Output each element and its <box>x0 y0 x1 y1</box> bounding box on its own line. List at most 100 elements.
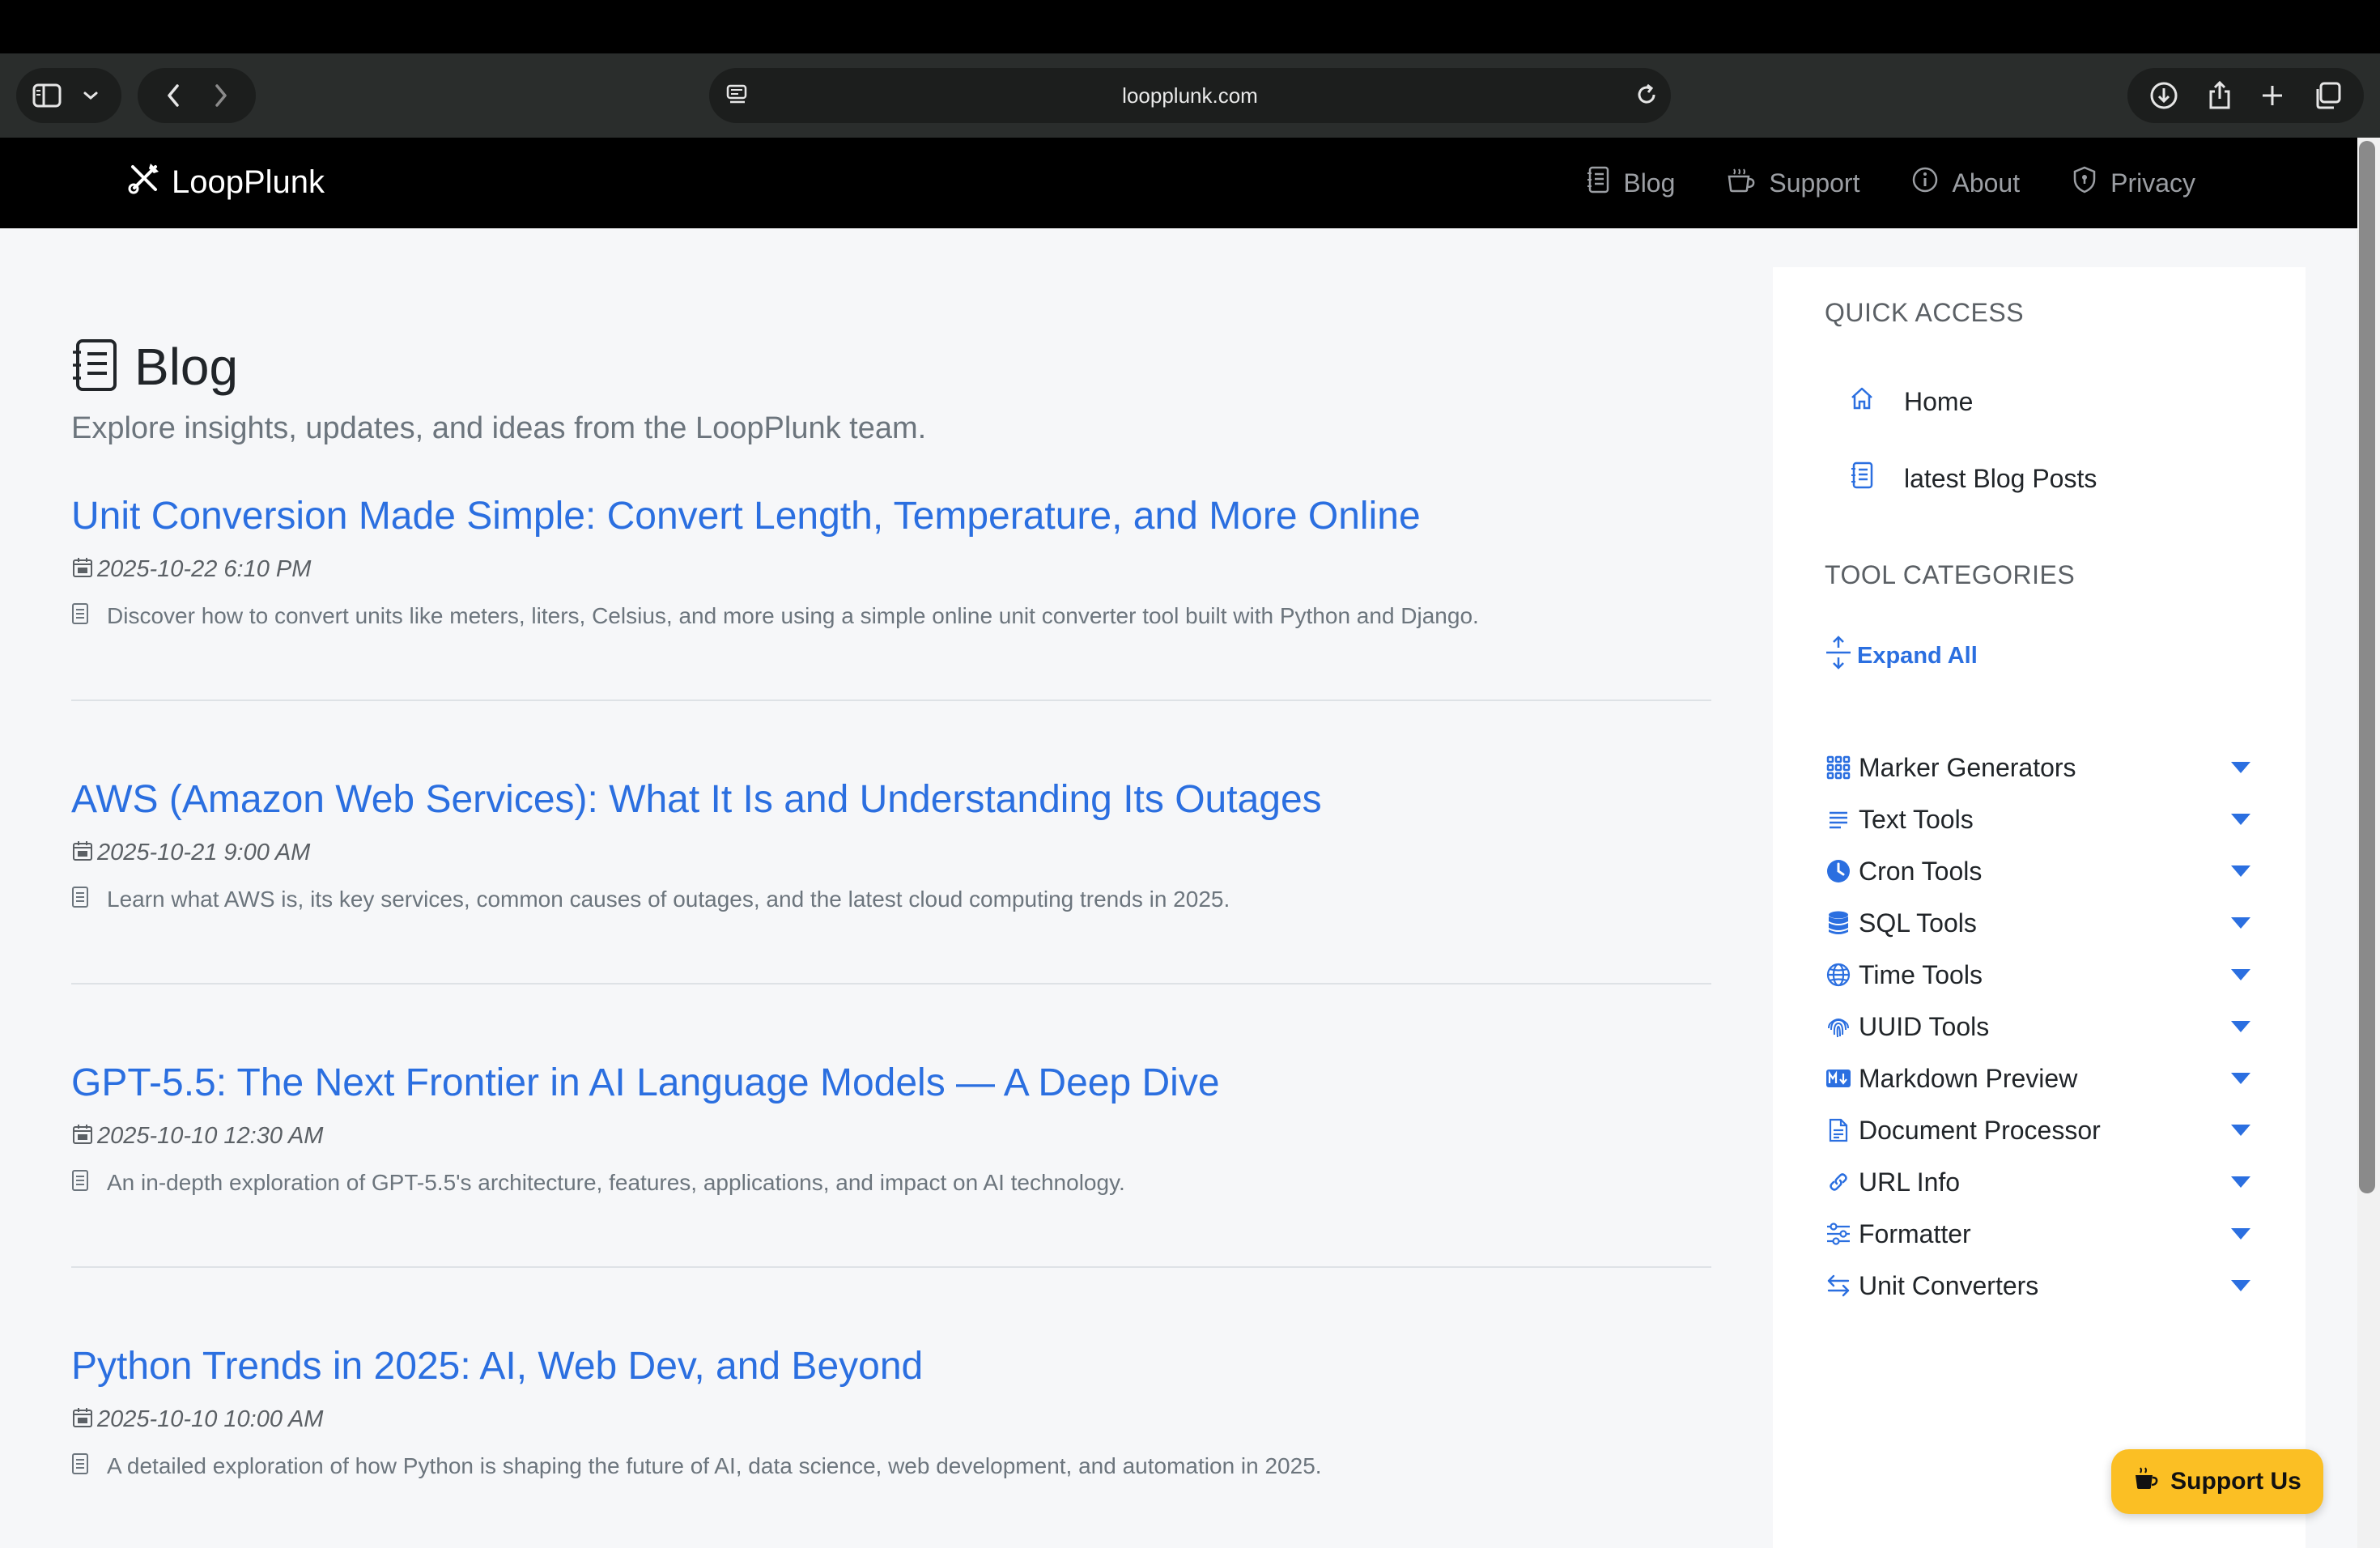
calendar-icon <box>71 556 94 583</box>
post-date: 2025-10-22 6:10 PM <box>97 556 312 582</box>
forward-icon[interactable] <box>213 83 229 108</box>
share-icon[interactable] <box>2207 80 2233 111</box>
page-subtitle: Explore insights, updates, and ideas fro… <box>71 411 927 445</box>
category-label: Text Tools <box>1859 804 1974 834</box>
post-meta: 2025-10-22 6:10 PM <box>71 556 1711 583</box>
category-markdown-preview[interactable]: Markdown Preview <box>1825 1053 2254 1104</box>
post-description: Learn what AWS is, its key services, com… <box>107 886 1230 912</box>
post-summary: Learn what AWS is, its key services, com… <box>71 886 1711 912</box>
browser-actions-group <box>2127 68 2364 123</box>
caret-down-icon[interactable] <box>2231 865 2250 877</box>
tools-icon <box>126 160 162 204</box>
tool-category-list: Marker Generators Text Tools Cron Tools <box>1825 742 2254 1312</box>
post-description: A detailed exploration of how Python is … <box>107 1452 1322 1478</box>
tabs-overview-icon[interactable] <box>2313 81 2342 110</box>
category-label: UUID Tools <box>1859 1011 1990 1041</box>
category-label: Formatter <box>1859 1218 1971 1248</box>
post-date: 2025-10-10 12:30 AM <box>97 1123 324 1149</box>
category-uuid-tools[interactable]: UUID Tools <box>1825 1001 2254 1053</box>
category-cron-tools[interactable]: Cron Tools <box>1825 845 2254 897</box>
brand-logo[interactable]: LoopPlunk <box>126 160 325 204</box>
caret-down-icon[interactable] <box>2231 762 2250 773</box>
caret-down-icon[interactable] <box>2231 1228 2250 1240</box>
page-title: Blog <box>134 338 239 396</box>
blog-post: GPT-5.5: The Next Frontier in AI Languag… <box>71 1061 1711 1196</box>
category-text-tools[interactable]: Text Tools <box>1825 793 2254 845</box>
post-description: An in-depth exploration of GPT-5.5's arc… <box>107 1169 1125 1195</box>
sidebar: QUICK ACCESS Home latest Blog Posts TOOL… <box>1773 267 2306 1548</box>
expand-all-button[interactable]: Expand All <box>1825 635 1978 677</box>
calendar-icon <box>71 840 94 866</box>
category-document-processor[interactable]: Document Processor <box>1825 1104 2254 1156</box>
post-title-link[interactable]: Python Trends in 2025: AI, Web Dev, and … <box>71 1344 1711 1389</box>
calendar-icon <box>71 1123 94 1150</box>
shield-icon <box>2072 165 2097 201</box>
post-title-link[interactable]: AWS (Amazon Web Services): What It Is an… <box>71 777 1711 822</box>
post-title-link[interactable]: GPT-5.5: The Next Frontier in AI Languag… <box>71 1061 1711 1105</box>
journal-icon <box>1849 461 1875 495</box>
chevron-down-icon[interactable] <box>83 90 99 101</box>
caret-down-icon[interactable] <box>2231 1176 2250 1188</box>
category-time-tools[interactable]: Time Tools <box>1825 949 2254 1001</box>
caret-down-icon[interactable] <box>2231 917 2250 929</box>
journal-icon <box>70 338 120 397</box>
blog-post: Python Trends in 2025: AI, Web Dev, and … <box>71 1344 1711 1479</box>
sidebar-item-latest-posts[interactable]: latest Blog Posts <box>1849 461 2097 495</box>
document-icon <box>71 602 89 629</box>
post-title-link[interactable]: Unit Conversion Made Simple: Convert Len… <box>71 494 1711 538</box>
category-formatter[interactable]: Formatter <box>1825 1208 2254 1260</box>
nav-label: Support <box>1769 168 1860 198</box>
sidebar-item-label: Home <box>1904 386 1974 416</box>
nav-blog[interactable]: Blog <box>1586 166 1675 200</box>
category-label: SQL Tools <box>1859 908 1977 938</box>
expand-vertical-icon <box>1825 635 1852 677</box>
caret-down-icon[interactable] <box>2231 1280 2250 1291</box>
caret-down-icon[interactable] <box>2231 1021 2250 1032</box>
back-icon[interactable] <box>165 83 181 108</box>
markdown-icon <box>1825 1065 1852 1092</box>
nav-about[interactable]: About <box>1911 166 2020 200</box>
address-bar[interactable]: loopplunk.com <box>709 68 1671 123</box>
journal-icon <box>1586 166 1610 200</box>
page-scrollbar-thumb[interactable] <box>2359 141 2375 1193</box>
post-summary: Discover how to convert units like meter… <box>71 602 1711 629</box>
caret-down-icon[interactable] <box>2231 969 2250 980</box>
document-icon <box>1825 1116 1852 1144</box>
post-divider <box>71 1266 1711 1268</box>
database-icon <box>1825 909 1852 937</box>
category-unit-converters[interactable]: Unit Converters <box>1825 1260 2254 1312</box>
brand-name: LoopPlunk <box>172 164 325 200</box>
coffee-icon <box>2133 1466 2159 1497</box>
sidebar-toggle-group <box>16 68 121 123</box>
fingerprint-icon <box>1825 1013 1852 1040</box>
reload-icon[interactable] <box>1634 82 1660 108</box>
document-icon <box>71 886 89 912</box>
sidebar-item-label: latest Blog Posts <box>1904 463 2097 493</box>
top-nav: Blog Support About Privacy <box>1586 138 2195 228</box>
category-marker-generators[interactable]: Marker Generators <box>1825 742 2254 793</box>
sidebar-icon[interactable] <box>32 83 62 108</box>
sidebar-item-home[interactable]: Home <box>1849 385 1973 418</box>
download-icon[interactable] <box>2149 81 2178 110</box>
url-text: loopplunk.com <box>1122 83 1258 108</box>
new-tab-icon[interactable] <box>2260 83 2284 108</box>
post-summary: A detailed exploration of how Python is … <box>71 1452 1711 1479</box>
category-label: Document Processor <box>1859 1115 2101 1145</box>
category-label: Markdown Preview <box>1859 1063 2078 1093</box>
document-icon <box>71 1169 89 1196</box>
quick-access-heading: QUICK ACCESS <box>1825 298 2025 327</box>
calendar-icon <box>71 1406 94 1433</box>
support-us-button[interactable]: Support Us <box>2111 1449 2323 1514</box>
caret-down-icon[interactable] <box>2231 1125 2250 1136</box>
nav-privacy[interactable]: Privacy <box>2072 165 2195 201</box>
nav-support[interactable]: Support <box>1727 167 1859 199</box>
category-sql-tools[interactable]: SQL Tools <box>1825 897 2254 949</box>
arrows-exchange-icon <box>1825 1272 1852 1299</box>
caret-down-icon[interactable] <box>2231 1073 2250 1084</box>
sliders-icon <box>1825 1220 1852 1248</box>
page-heading: Blog <box>70 337 238 397</box>
category-url-info[interactable]: URL Info <box>1825 1156 2254 1208</box>
caret-down-icon[interactable] <box>2231 814 2250 825</box>
post-meta: 2025-10-10 12:30 AM <box>71 1123 1711 1150</box>
post-description: Discover how to convert units like meter… <box>107 602 1479 628</box>
